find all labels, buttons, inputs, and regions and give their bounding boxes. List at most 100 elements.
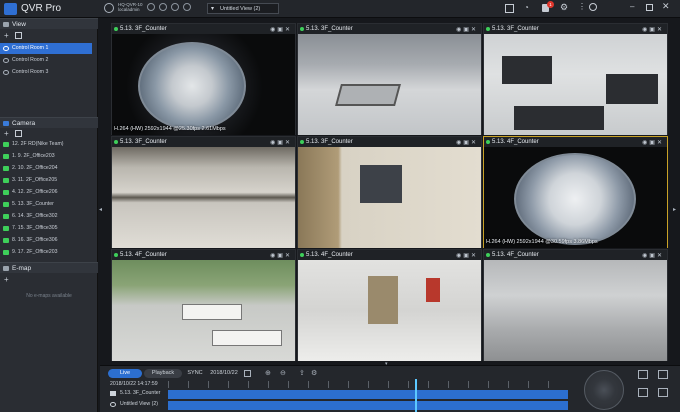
add-view-icon[interactable]: + — [4, 31, 9, 40]
view-item-icon — [3, 58, 9, 63]
view-item[interactable]: Control Room 3 — [0, 67, 92, 78]
add-emap-icon[interactable]: + — [4, 275, 9, 284]
emap-section-header[interactable]: E-map — [0, 262, 98, 273]
camera-status-icon — [3, 238, 9, 243]
recording-track[interactable] — [168, 390, 568, 399]
view-item-icon — [3, 46, 9, 51]
current-datetime: 2018/10/22 14:17:59 — [110, 381, 158, 387]
qvr-logo-icon — [4, 3, 17, 15]
live-status-icon — [114, 27, 118, 31]
camera-status-icon — [3, 226, 9, 231]
camera-video-feed[interactable] — [298, 260, 481, 361]
camera-status-icon — [3, 214, 9, 219]
ram-status-icon — [159, 3, 167, 11]
camera-status-icon — [3, 202, 9, 207]
view-item-label: Control Room 3 — [12, 69, 49, 75]
playback-tab[interactable]: Playback — [144, 369, 182, 378]
collapse-right-icon[interactable]: ▸ — [673, 206, 676, 213]
camera-cell[interactable]: 5.13. 4F_Counter ◉▣✕ — [483, 249, 668, 361]
minimize-icon[interactable]: – — [630, 2, 634, 11]
view-item-icon — [3, 70, 9, 75]
camera-cell-title: 5.13. 4F_Counter — [492, 139, 539, 145]
camera-cell[interactable]: 5.13. 3F_Counter ◉▣✕ — [483, 23, 668, 135]
camera-item[interactable]: 6. 14. 3F_Office302 — [0, 211, 92, 222]
view-section-header[interactable]: View — [0, 18, 98, 29]
camera-status-icon — [3, 142, 9, 147]
ptz-preset-icon[interactable] — [658, 388, 668, 397]
camera-video-feed[interactable] — [298, 34, 481, 135]
table-image — [182, 304, 242, 320]
camera-item[interactable]: 3. 11. 2F_Office205 — [0, 175, 92, 186]
view-item[interactable]: Control Room 1 — [0, 43, 92, 54]
camera-cell[interactable]: 5.13. 3F_Counter ◉▣✕ — [297, 136, 482, 248]
bell-icon[interactable]: ◔ — [524, 3, 529, 12]
playhead[interactable] — [415, 379, 417, 412]
camera-item[interactable]: 4. 12. 2F_Office206 — [0, 187, 92, 198]
view-icon — [3, 22, 9, 27]
camera-cell[interactable]: 5.13. 3F_Counter ◉▣✕ H.264 (HW) 2592x1944… — [111, 23, 296, 135]
server-icon[interactable] — [104, 3, 114, 13]
live-status-icon — [486, 27, 490, 31]
chevron-down-icon: ▾ — [211, 6, 215, 12]
recording-track[interactable] — [168, 401, 568, 410]
camera-item[interactable]: 7. 15. 3F_Office305 — [0, 223, 92, 234]
map-icon — [3, 266, 9, 271]
camera-item-label: 5. 13. 3F_Counter — [12, 201, 54, 207]
view-grid-icon[interactable] — [15, 32, 22, 39]
view-item[interactable]: Control Room 2 — [0, 55, 92, 66]
zoom-out-icon[interactable]: ⊖ — [280, 369, 286, 377]
info-icon[interactable] — [589, 3, 597, 11]
camera-item[interactable]: 8. 16. 3F_Office306 — [0, 235, 92, 246]
camera-video-feed[interactable] — [484, 260, 667, 361]
camera-cell-title: 5.13. 3F_Counter — [120, 26, 167, 32]
zoom-in-icon[interactable]: ⊕ — [265, 369, 271, 377]
view-select-label: Untitled View (2) — [220, 6, 261, 12]
ptz-joystick[interactable] — [584, 370, 624, 410]
camera-video-feed[interactable] — [484, 34, 667, 135]
date-picker[interactable]: 2018/10/22 — [206, 369, 242, 378]
view-select[interactable]: Untitled View (2) ▾ — [207, 3, 279, 14]
camera-item[interactable]: 9. 17. 2F_Office203 — [0, 247, 92, 258]
grid-layout-icon[interactable] — [505, 4, 514, 13]
camera-video-feed[interactable] — [112, 260, 295, 361]
sofa-image — [606, 74, 658, 104]
sync-button[interactable]: SYNC — [184, 369, 206, 378]
view-section-title: View — [12, 21, 26, 28]
close-icon[interactable]: ✕ — [662, 1, 670, 12]
settings-icon[interactable]: ⚙ — [311, 369, 317, 377]
camera-cell[interactable]: 5.13. 4F_Counter ◉▣✕ — [297, 249, 482, 361]
camera-status-icon — [3, 250, 9, 255]
camera-cell[interactable]: 5.13. 3F_Counter ◉▣✕ — [297, 23, 482, 135]
camera-item[interactable]: 12. 2F RD(Nike Team) — [0, 139, 92, 150]
add-camera-icon[interactable]: + — [4, 129, 9, 138]
camera-cell[interactable]: 5.13. 4F_Counter ◉▣✕ H.264 (HW) 2592x1944… — [483, 136, 668, 248]
maximize-icon[interactable] — [646, 4, 653, 11]
ptz-iris-icon[interactable] — [638, 388, 648, 397]
camera-item-label: 12. 2F RD(Nike Team) — [12, 141, 64, 147]
timeline-ruler[interactable] — [168, 381, 568, 388]
ptz-zoom-icon[interactable] — [638, 370, 648, 379]
camera-video-feed[interactable] — [112, 34, 295, 135]
camera-video-feed[interactable] — [298, 147, 481, 248]
camera-item[interactable]: 1. 9. 2F_Office203 — [0, 151, 92, 162]
camera-section-header[interactable]: Camera — [0, 117, 98, 128]
camera-cell[interactable]: 5.13. 4F_Counter ◉▣✕ — [111, 249, 296, 361]
live-tab[interactable]: Live — [108, 369, 142, 378]
camera-item[interactable]: 5. 13. 3F_Counter — [0, 199, 92, 210]
export-icon[interactable]: ⇪ — [299, 369, 305, 377]
more-icon[interactable]: ⋮ — [578, 2, 586, 11]
live-status-icon — [300, 27, 304, 31]
camera-item-label: 8. 16. 3F_Office306 — [12, 237, 58, 243]
gear-icon[interactable]: ⚙ — [560, 2, 568, 13]
view-item-label: Control Room 1 — [12, 45, 49, 51]
camera-cell[interactable]: 5.13. 3F_Counter ◉▣✕ — [111, 136, 296, 248]
collapse-left-icon[interactable]: ◂ — [99, 206, 102, 213]
ptz-focus-icon[interactable] — [658, 370, 668, 379]
live-status-icon — [486, 140, 490, 144]
camera-video-feed[interactable] — [484, 147, 667, 248]
calendar-icon[interactable] — [244, 370, 251, 377]
live-status-icon — [486, 253, 490, 257]
camera-video-feed[interactable] — [112, 147, 295, 248]
camera-item[interactable]: 2. 10. 2F_Office204 — [0, 163, 92, 174]
camera-grid-icon[interactable] — [15, 130, 22, 137]
